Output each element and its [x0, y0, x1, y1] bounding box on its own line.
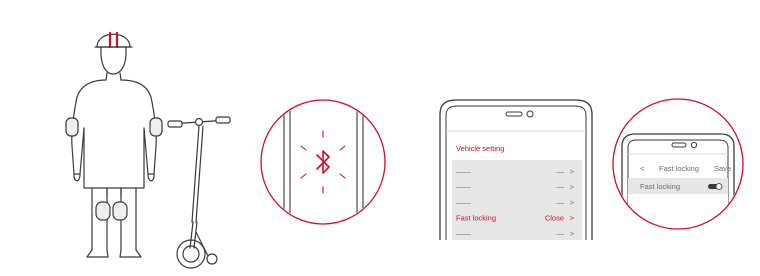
knee-pad-right — [112, 201, 128, 221]
save-button[interactable]: Save — [714, 164, 731, 173]
chevron-right-icon: > — [570, 167, 575, 176]
settings-row-value: — — [557, 198, 565, 207]
settings-row-label: Fast locking — [456, 214, 496, 223]
scooter — [167, 116, 231, 269]
speaker — [505, 111, 523, 117]
illustration-stage: Vehicle setting —— — >—— — >—— — >Fast locking… — [65, 31, 744, 269]
scooter-stem — [191, 125, 204, 223]
back-button[interactable]: < — [640, 164, 645, 173]
page-title: Fast locking — [659, 164, 699, 173]
front-camera — [526, 110, 534, 118]
fast-locking-toggle[interactable] — [708, 183, 723, 190]
settings-row-label: —— — [456, 198, 472, 207]
settings-row-value: Close — [545, 214, 564, 223]
setting-label: Fast locking — [640, 182, 680, 191]
settings-row-label: —— — [456, 183, 472, 192]
section-title: Vehicle setting — [456, 144, 504, 153]
zoom-callout: < Fast locking Save Fast locking — [612, 98, 744, 230]
settings-row-value: — — [557, 167, 565, 176]
bluetooth-icon — [316, 150, 330, 174]
chevron-right-icon: > — [570, 183, 575, 192]
helmet — [96, 33, 131, 48]
rider-figure — [65, 31, 163, 258]
elbow-pad-right — [149, 117, 163, 137]
settings-row-label: —— — [456, 167, 472, 176]
bluetooth-callout — [260, 99, 386, 225]
face — [100, 47, 127, 75]
settings-row-value: — — [557, 183, 565, 192]
elbow-pad-left — [65, 117, 79, 137]
chevron-right-icon: > — [570, 198, 575, 207]
settings-row-label: —— — [456, 229, 472, 238]
knee-pad-left — [95, 201, 111, 221]
settings-row-value: — — [557, 229, 565, 238]
phone-main: Vehicle setting —— — >—— — >—— — >Fast locking… — [439, 99, 593, 240]
chevron-right-icon: > — [570, 229, 575, 238]
chevron-right-icon: > — [570, 214, 575, 223]
